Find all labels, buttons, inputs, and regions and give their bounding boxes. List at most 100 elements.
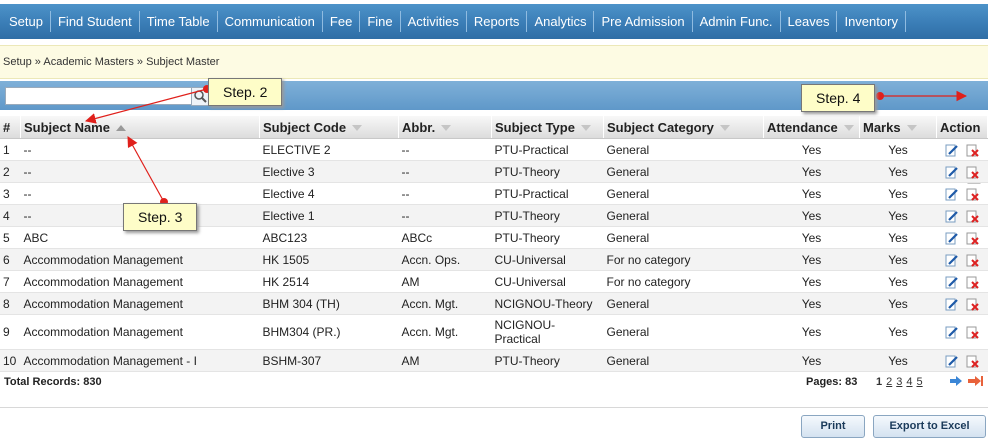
export-to-excel-button[interactable]: Export to Excel [873,415,986,438]
delete-icon[interactable] [966,276,979,289]
abbr-cell: Accn. Mgt. [398,314,492,350]
page-link[interactable]: 2 [886,376,892,388]
nav-activities[interactable]: Activities [401,11,467,32]
sort-icon[interactable] [441,125,452,132]
nav-find-student[interactable]: Find Student [51,11,140,32]
edit-icon[interactable] [945,276,959,289]
print-button[interactable]: Print [801,415,865,438]
subject-name-cell: Accommodation Management [20,248,260,271]
sort-icon[interactable] [352,125,363,132]
subject-code-cell: BHM304 (PR.) [259,314,399,350]
nav-analytics[interactable]: Analytics [527,11,595,32]
nav-inventory[interactable]: Inventory [837,11,906,32]
subject-name-cell: -- [20,160,260,183]
table-row: 7 Accommodation Management HK 2514 AM CU… [0,270,988,293]
subject-name-cell: Accommodation Management - I [20,349,260,372]
delete-icon[interactable] [966,210,979,223]
edit-icon[interactable] [945,254,959,267]
delete-icon[interactable] [966,355,979,368]
subject-code-cell: Elective 1 [259,204,399,227]
sort-icon[interactable] [906,125,917,132]
sort-icon[interactable] [719,125,730,132]
last-page-icon[interactable] [968,375,984,387]
page-link[interactable]: 4 [906,376,912,388]
subject-category-cell: General [603,314,764,350]
next-page-icon[interactable] [949,375,963,387]
col-subject-category-header[interactable]: Subject Category [603,116,764,139]
nav-time-table[interactable]: Time Table [140,11,218,32]
delete-icon[interactable] [966,144,979,157]
col-attendance-header[interactable]: Attendance [763,116,860,139]
attendance-cell: Yes [763,160,860,183]
delete-icon[interactable] [966,254,979,267]
total-records: Total Records: 830 [4,376,102,388]
page-count-label: Pages: [806,376,843,388]
action-cell [936,314,988,350]
subject-category-cell: General [603,182,764,205]
edit-icon[interactable] [945,326,959,339]
abbr-cell: -- [398,182,492,205]
row-number: 5 [0,226,21,249]
subject-code-cell: ELECTIVE 2 [259,138,399,161]
marks-cell: Yes [859,182,937,205]
marks-cell: Yes [859,204,937,227]
subject-code-cell: HK 2514 [259,270,399,293]
nav-leaves[interactable]: Leaves [781,11,838,32]
subject-category-cell: For no category [603,270,764,293]
col-marks-header[interactable]: Marks [859,116,937,139]
row-number: 6 [0,248,21,271]
delete-icon[interactable] [966,326,979,339]
col-subject-type-header[interactable]: Subject Type [491,116,604,139]
row-number: 3 [0,182,21,205]
step2-callout: Step. 2 [208,78,283,106]
marks-cell: Yes [859,138,937,161]
delete-icon[interactable] [966,232,979,245]
nav-admin-func[interactable]: Admin Func. [693,11,781,32]
col-subject-name-header[interactable]: Subject Name [20,116,260,139]
subject-type-cell: CU-Universal [491,270,604,293]
sort-asc-icon[interactable] [115,125,126,132]
search-input[interactable] [5,87,195,105]
subject-type-cell: PTU-Theory [491,226,604,249]
page-link[interactable]: 5 [917,376,923,388]
col-subject-code-header[interactable]: Subject Code [259,116,399,139]
nav-reports[interactable]: Reports [467,11,528,32]
edit-icon[interactable] [945,298,959,311]
delete-icon[interactable] [966,298,979,311]
marks-cell: Yes [859,270,937,293]
action-cell [936,138,988,161]
nav-communication[interactable]: Communication [218,11,323,32]
table-row: 6 Accommodation Management HK 1505 Accn.… [0,248,988,271]
sort-icon[interactable] [580,125,591,132]
action-cell [936,248,988,271]
search-icon[interactable] [191,87,209,106]
pagination: 1 2 3 4 5 [876,376,923,388]
page-link[interactable]: 3 [896,376,902,388]
delete-icon[interactable] [966,166,979,179]
col-abbr-header[interactable]: Abbr. [398,116,492,139]
step3-callout: Step. 3 [123,203,198,231]
nav-setup[interactable]: Setup [0,11,51,32]
subject-category-cell: General [603,138,764,161]
edit-icon[interactable] [945,166,959,179]
edit-icon[interactable] [945,210,959,223]
page-link[interactable]: 1 [876,376,882,388]
nav-fee[interactable]: Fee [323,11,361,32]
subject-name-cell: -- [20,138,260,161]
delete-icon[interactable] [966,188,979,201]
edit-icon[interactable] [945,355,959,368]
marks-cell: Yes [859,160,937,183]
subject-category-cell: General [603,204,764,227]
edit-icon[interactable] [945,232,959,245]
sort-icon[interactable] [843,125,854,132]
action-cell [936,226,988,249]
nav-fine[interactable]: Fine [360,11,401,32]
subject-type-cell: CU-Universal [491,248,604,271]
subject-code-cell: Elective 4 [259,182,399,205]
edit-icon[interactable] [945,188,959,201]
nav-pre-admission[interactable]: Pre Admission [594,11,693,32]
edit-icon[interactable] [945,144,959,157]
col-abbr-label: Abbr. [402,119,436,135]
attendance-cell: Yes [763,226,860,249]
table-header-row: # Subject Name Subject Code Abbr. Subjec… [0,116,988,139]
